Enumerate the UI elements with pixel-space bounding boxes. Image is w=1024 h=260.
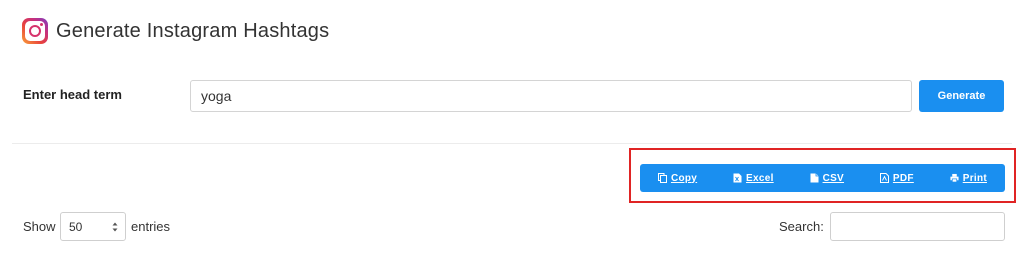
print-button[interactable]: Print	[950, 173, 987, 184]
excel-button[interactable]: Excel	[733, 173, 774, 184]
entries-label: entries	[131, 219, 171, 234]
generate-button[interactable]: Generate	[919, 80, 1004, 112]
csv-label: CSV	[822, 172, 845, 184]
csv-button[interactable]: CSV	[810, 173, 844, 184]
page-size-value: 50	[69, 219, 83, 234]
divider	[12, 143, 1012, 144]
csv-file-icon	[810, 173, 819, 183]
search-input[interactable]	[830, 212, 1005, 241]
page-header: Generate Instagram Hashtags	[22, 16, 329, 46]
excel-file-icon	[733, 173, 742, 183]
search-label: Search:	[779, 219, 824, 234]
head-term-label: Enter head term	[23, 87, 122, 102]
head-term-input[interactable]	[190, 80, 912, 112]
pdf-label: PDF	[892, 172, 914, 184]
pdf-button[interactable]: PDF	[879, 172, 914, 184]
page-size-select[interactable]: 50	[60, 212, 126, 241]
copy-button[interactable]: Copy	[657, 172, 698, 184]
print-icon	[950, 173, 959, 183]
print-label: Print	[962, 172, 987, 184]
select-arrows-icon	[112, 222, 118, 232]
instagram-icon	[22, 18, 48, 44]
pdf-file-icon	[879, 173, 889, 183]
page-title: Generate Instagram Hashtags	[56, 19, 330, 42]
copy-icon	[657, 173, 667, 183]
excel-label: Excel	[746, 172, 774, 184]
export-toolbar: Copy Excel CSV PDF Print	[640, 164, 1005, 192]
show-label: Show	[23, 219, 56, 234]
copy-label: Copy	[670, 172, 698, 184]
